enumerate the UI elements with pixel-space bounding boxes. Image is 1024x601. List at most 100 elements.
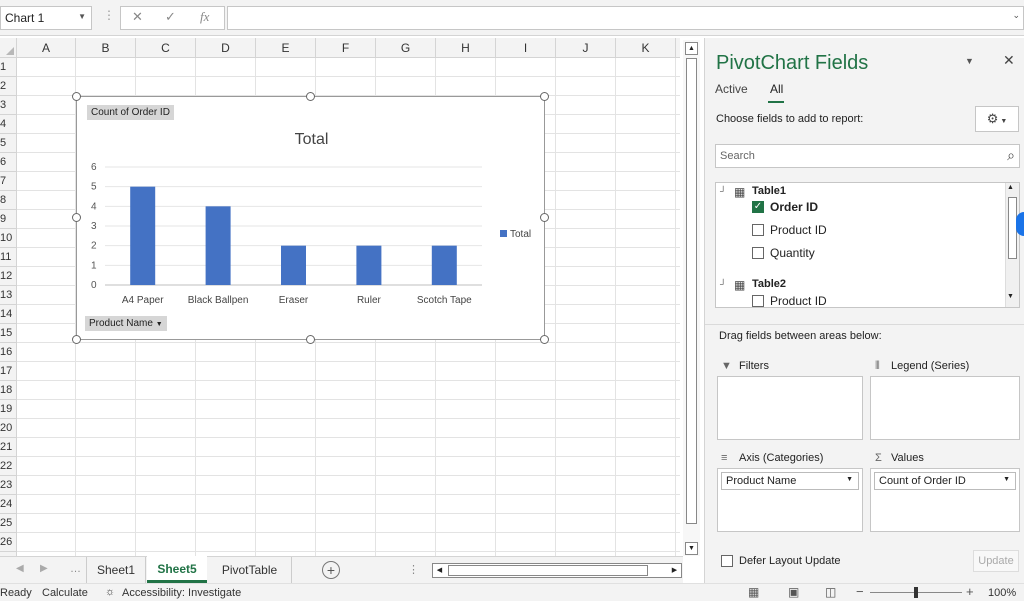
collapse-icon[interactable]: ┘ (720, 279, 726, 289)
resize-handle[interactable] (72, 335, 81, 344)
row-header-18[interactable]: 18 (0, 381, 17, 400)
page-layout-icon[interactable]: ▣ (788, 585, 799, 599)
close-icon[interactable]: ✕ (1003, 52, 1015, 69)
row-header-16[interactable]: 16 (0, 343, 17, 362)
legend-drop-area[interactable] (870, 376, 1020, 440)
row-header-10[interactable]: 10 (0, 229, 17, 248)
row-header-17[interactable]: 17 (0, 362, 17, 381)
more-sheets-icon[interactable]: … (70, 563, 81, 575)
update-button[interactable]: Update (973, 550, 1019, 572)
resize-handle[interactable] (72, 213, 81, 222)
filter-dropdown-icon[interactable]: ▼ (156, 321, 163, 328)
row-header-12[interactable]: 12 (0, 267, 17, 286)
field-product-id[interactable]: Product ID (770, 294, 827, 307)
tab-sheet1[interactable]: Sheet1 (86, 557, 146, 583)
row-header-11[interactable]: 11 (0, 248, 17, 267)
tools-button[interactable]: ⚙ ▼ (975, 106, 1019, 132)
axis-item[interactable]: Product Name ▼ (721, 472, 859, 490)
resize-handle[interactable] (540, 335, 549, 344)
field-order-id[interactable]: Order ID (770, 200, 818, 214)
values-drop-area[interactable]: Count of Order ID ▼ (870, 468, 1020, 532)
row-header-21[interactable]: 21 (0, 438, 17, 457)
hscroll-thumb[interactable] (448, 565, 648, 576)
row-header-14[interactable]: 14 (0, 305, 17, 324)
axis-drop-area[interactable]: Product Name ▼ (717, 468, 863, 532)
row-header-26[interactable]: 26 (0, 533, 17, 552)
tab-all[interactable]: All (770, 82, 783, 96)
checkbox-order-id[interactable]: ✓ (752, 201, 764, 213)
bar[interactable] (205, 206, 231, 285)
prev-sheet-icon[interactable]: ◀ (16, 563, 24, 574)
zoom-out-icon[interactable]: − (856, 584, 864, 599)
column-header-d[interactable]: D (196, 38, 256, 58)
column-header-e[interactable]: E (256, 38, 316, 58)
zoom-slider-thumb[interactable] (914, 587, 918, 598)
filters-drop-area[interactable] (717, 376, 863, 440)
bar[interactable] (356, 245, 382, 285)
bar[interactable] (130, 186, 156, 285)
pivot-chart[interactable]: Count of Order ID Total 0 1 2 3 4 5 6 A4 Paper B… (76, 96, 545, 340)
search-icon[interactable]: ⌕ (1007, 147, 1015, 164)
defer-label[interactable]: Defer Layout Update (739, 555, 841, 567)
scroll-left-icon[interactable]: ◀ (433, 564, 446, 577)
scroll-up-icon[interactable]: ▲ (1007, 184, 1014, 191)
column-header-j[interactable]: J (556, 38, 616, 58)
row-header-20[interactable]: 20 (0, 419, 17, 438)
resize-handle[interactable] (72, 92, 81, 101)
expand-formula-icon[interactable]: ⌄ (1012, 10, 1020, 21)
row-header-4[interactable]: 4 (0, 115, 17, 134)
scroll-thumb[interactable] (686, 58, 697, 524)
name-box[interactable]: Chart 1 ▼ (0, 6, 92, 30)
row-header-7[interactable]: 7 (0, 172, 17, 191)
row-header-5[interactable]: 5 (0, 134, 17, 153)
chevron-down-icon[interactable]: ▼ (1003, 476, 1010, 483)
row-header-24[interactable]: 24 (0, 495, 17, 514)
row-header-8[interactable]: 8 (0, 191, 17, 210)
pane-options-icon[interactable]: ▼ (965, 56, 974, 66)
defer-checkbox[interactable] (721, 555, 733, 567)
horizontal-scrollbar[interactable]: ◀ ▶ (432, 563, 682, 578)
values-item[interactable]: Count of Order ID ▼ (874, 472, 1016, 490)
page-break-icon[interactable]: ◫ (825, 585, 836, 599)
scroll-up-icon[interactable]: ▲ (685, 42, 698, 55)
column-header-b[interactable]: B (76, 38, 136, 58)
status-accessibility[interactable]: Accessibility: Investigate (122, 587, 241, 599)
select-all-corner[interactable] (0, 38, 17, 58)
row-header-22[interactable]: 22 (0, 457, 17, 476)
resize-handle[interactable] (306, 92, 315, 101)
row-header-13[interactable]: 13 (0, 286, 17, 305)
tab-sheet5[interactable]: Sheet5 (147, 556, 207, 583)
axis-field-button[interactable]: Product Name ▼ (85, 316, 167, 331)
scroll-down-icon[interactable]: ▼ (1007, 293, 1014, 300)
row-header-6[interactable]: 6 (0, 153, 17, 172)
cancel-icon[interactable]: ✕ (132, 9, 143, 25)
enter-icon[interactable]: ✓ (165, 9, 176, 25)
bar[interactable] (431, 245, 457, 285)
resize-handle[interactable] (540, 92, 549, 101)
next-sheet-icon[interactable]: ▶ (40, 563, 48, 574)
edge-widget[interactable] (1016, 212, 1024, 236)
row-header-25[interactable]: 25 (0, 514, 17, 533)
checkbox-product-id[interactable] (752, 295, 764, 307)
vertical-scrollbar[interactable]: ▲ ▼ (683, 40, 700, 556)
row-header-19[interactable]: 19 (0, 400, 17, 419)
column-header-g[interactable]: G (376, 38, 436, 58)
field-quantity[interactable]: Quantity (770, 246, 815, 260)
row-header-2[interactable]: 2 (0, 77, 17, 96)
checkbox-quantity[interactable] (752, 247, 764, 259)
tab-pivottable[interactable]: PivotTable (208, 557, 292, 583)
resize-handle[interactable] (540, 213, 549, 222)
field-product-id[interactable]: Product ID (770, 223, 827, 237)
column-header-i[interactable]: I (496, 38, 556, 58)
column-header-c[interactable]: C (136, 38, 196, 58)
field-list-scrollbar[interactable]: ▲ ▼ (1005, 183, 1019, 307)
normal-view-icon[interactable]: ▦ (748, 585, 759, 599)
split-handle-icon[interactable]: ⋮ (408, 563, 419, 576)
add-sheet-icon[interactable]: + (322, 561, 340, 579)
column-header-h[interactable]: H (436, 38, 496, 58)
column-header-k[interactable]: K (616, 38, 676, 58)
search-field[interactable]: Search ⌕ (715, 144, 1020, 168)
zoom-in-icon[interactable]: + (966, 584, 974, 599)
scroll-down-icon[interactable]: ▼ (685, 542, 698, 555)
row-header-23[interactable]: 23 (0, 476, 17, 495)
